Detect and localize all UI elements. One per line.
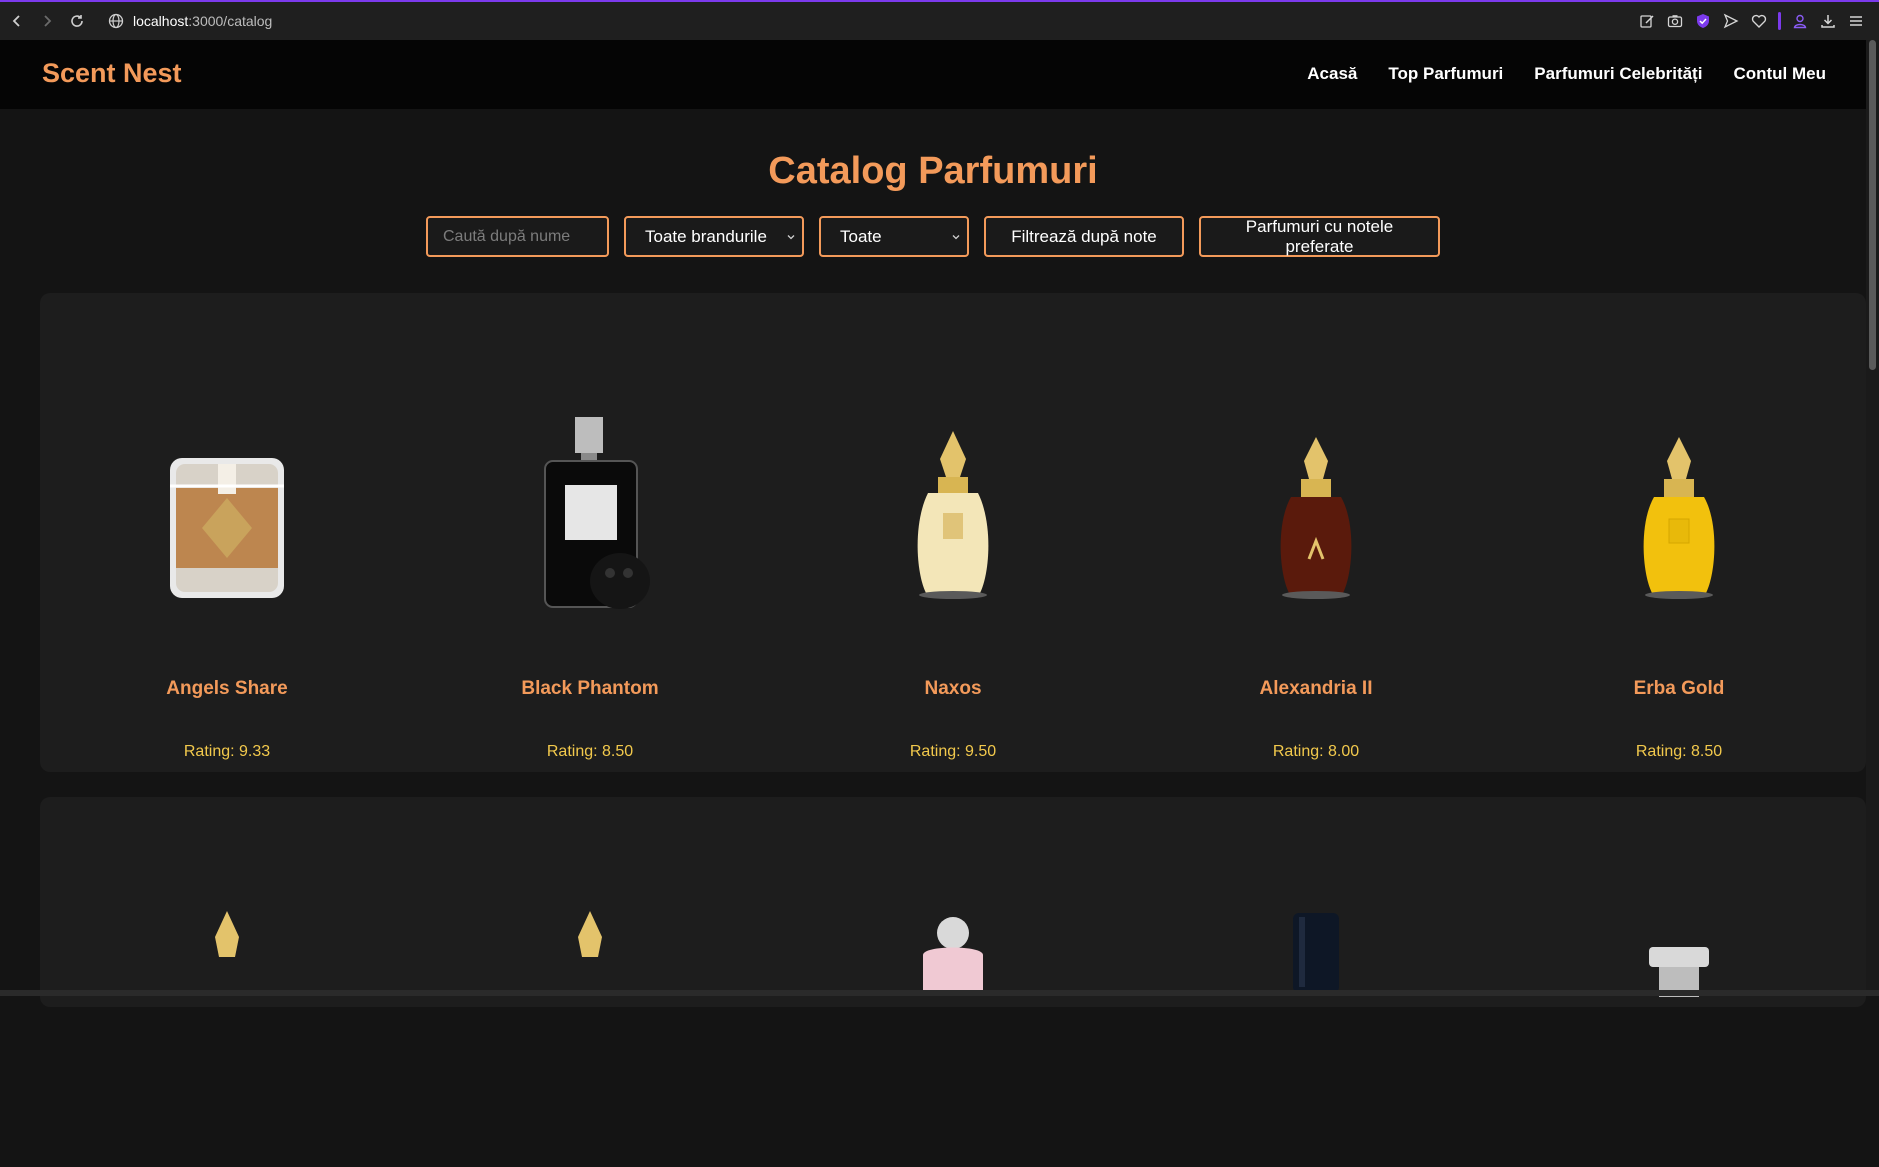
perfume-bottle-image	[1196, 913, 1436, 1133]
perfume-bottle-image	[107, 403, 347, 623]
shield-icon[interactable]	[1694, 12, 1712, 30]
product-card[interactable]	[107, 907, 347, 1127]
nav-link-home[interactable]: Acasă	[1307, 64, 1357, 84]
type-select[interactable]: Toate	[819, 216, 969, 257]
product-row	[40, 797, 1866, 1007]
site-logo[interactable]: Scent Nest	[42, 58, 182, 89]
product-name: Black Phantom	[521, 678, 659, 699]
product-card[interactable]: Alexandria II Rating: 8.00	[1196, 403, 1436, 761]
product-name: Naxos	[924, 678, 982, 699]
camera-icon[interactable]	[1666, 12, 1684, 30]
scrollbar-thumb[interactable]	[1869, 40, 1876, 370]
product-rating: Rating: 8.50	[546, 743, 634, 760]
product-card[interactable]	[1196, 913, 1436, 1133]
browser-toolbar: localhost:3000/catalog	[0, 0, 1879, 40]
url-path: :3000/catalog	[188, 13, 273, 29]
horizontal-scrollbar[interactable]	[0, 990, 1879, 996]
product-card[interactable]: Naxos Rating: 9.50	[833, 403, 1073, 761]
send-icon[interactable]	[1722, 12, 1740, 30]
perfume-bottle-image	[470, 907, 710, 1127]
brand-select[interactable]: Toate brandurile	[624, 216, 804, 257]
perfume-bottle-image	[1196, 403, 1436, 623]
download-icon[interactable]	[1819, 12, 1837, 30]
search-input[interactable]	[426, 216, 609, 257]
perfume-bottle-image	[107, 907, 347, 1127]
chevron-down-icon	[787, 235, 795, 240]
perfume-bottle-image	[833, 915, 1073, 1135]
product-card[interactable]	[470, 907, 710, 1127]
page-title: Catalog Parfumuri	[768, 150, 1098, 192]
product-rating: Rating: 8.00	[1272, 743, 1360, 760]
product-card[interactable]	[1559, 947, 1799, 1167]
product-name: Alexandria II	[1259, 678, 1373, 699]
perfume-bottle-image	[470, 403, 710, 623]
product-name: Angels Share	[166, 678, 288, 699]
product-rating: Rating: 9.50	[909, 743, 997, 760]
nav-link-top-perfumes[interactable]: Top Parfumuri	[1388, 64, 1503, 84]
perfume-bottle-image	[1559, 947, 1799, 1167]
address-bar[interactable]: localhost:3000/catalog	[108, 13, 272, 29]
menu-icon[interactable]	[1847, 12, 1865, 30]
reload-icon[interactable]	[64, 8, 90, 34]
product-card[interactable]	[833, 915, 1073, 1135]
product-row: Angels Share Rating: 9.33 Black Phantom …	[40, 293, 1866, 772]
brand-select-value: Toate brandurile	[645, 226, 767, 246]
main-nav: Acasă Top Parfumuri Parfumuri Celebrităț…	[1307, 64, 1826, 84]
chevron-down-icon	[952, 235, 960, 240]
product-card[interactable]: Black Phantom Rating: 8.50	[470, 403, 710, 761]
profile-icon[interactable]	[1791, 12, 1809, 30]
filter-bar: Toate brandurile Toate Filtrează după no…	[426, 216, 1440, 257]
product-rating: Rating: 9.33	[183, 743, 271, 760]
preferred-notes-button[interactable]: Parfumuri cu notele preferate	[1199, 216, 1440, 257]
site-header: Scent Nest Acasă Top Parfumuri Parfumuri…	[0, 40, 1866, 109]
product-name: Erba Gold	[1633, 678, 1725, 699]
url-host: localhost	[133, 13, 189, 29]
globe-icon	[108, 13, 124, 29]
perfume-bottle-image	[833, 403, 1073, 623]
perfume-bottle-image	[1559, 403, 1799, 623]
nav-link-account[interactable]: Contul Meu	[1733, 64, 1826, 84]
type-select-value: Toate	[840, 226, 882, 246]
heart-icon[interactable]	[1750, 12, 1768, 30]
back-icon[interactable]	[4, 8, 30, 34]
filter-notes-button[interactable]: Filtrează după note	[984, 216, 1184, 257]
product-card[interactable]: Angels Share Rating: 9.33	[107, 403, 347, 761]
edit-icon[interactable]	[1638, 12, 1656, 30]
product-rating: Rating: 8.50	[1635, 743, 1723, 760]
nav-link-celebrity-perfumes[interactable]: Parfumuri Celebrități	[1534, 64, 1702, 84]
product-card[interactable]: Erba Gold Rating: 8.50	[1559, 403, 1799, 761]
forward-icon[interactable]	[34, 8, 60, 34]
toolbar-divider	[1778, 12, 1781, 30]
